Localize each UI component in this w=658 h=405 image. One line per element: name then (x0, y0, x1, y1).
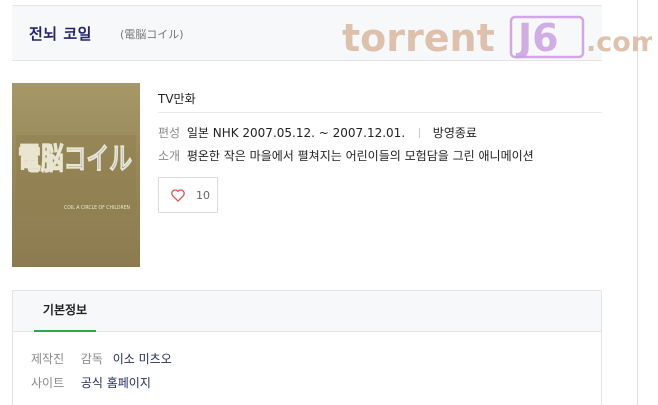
watermark-text-left: torrent (342, 16, 495, 60)
broadcast-value: 일본 NHK 2007.05.12. ~ 2007.12.01. (186, 126, 406, 140)
basic-info-tabbar: 기본정보 (13, 291, 601, 332)
like-count: 10 (196, 188, 210, 202)
right-edge-divider (637, 0, 638, 405)
tab-basic-info[interactable]: 기본정보 (34, 291, 96, 332)
broadcast-row: 편성 일본 NHK 2007.05.12. ~ 2007.12.01. 방영종료 (158, 124, 477, 141)
genre-divider (158, 112, 602, 113)
broadcast-label: 편성 (158, 126, 181, 140)
poster-tagline: COIL A CIRCLE OF CHILDREN (64, 205, 130, 211)
watermark-text-box: J6 (515, 16, 559, 60)
director-label: 감독 (80, 352, 103, 366)
staff-row: 제작진 감독 이소 미츠오 (31, 350, 172, 367)
separator (418, 128, 420, 138)
watermark-text-right: .com (586, 27, 652, 58)
poster-art: 電脳コイル COIL A CIRCLE OF CHILDREN (12, 83, 140, 267)
like-button[interactable]: 10 (158, 177, 218, 213)
page-title: 전뇌 코일 (29, 25, 92, 43)
site-label: 사이트 (31, 376, 65, 390)
poster-image[interactable]: 電脳コイル COIL A CIRCLE OF CHILDREN (12, 83, 140, 267)
summary-label: 소개 (158, 149, 181, 163)
genre-label: TV만화 (158, 92, 196, 106)
watermark-logo: torrent J6 .com (342, 15, 652, 60)
poster-logo: 電脳コイル (18, 142, 132, 177)
staff-label: 제작진 (31, 352, 65, 366)
basic-info-panel: 기본정보 제작진 감독 이소 미츠오 사이트 공식 홈페이지 (12, 290, 602, 405)
summary-value: 평온한 작은 마을에서 펼쳐지는 어린이들의 모험담을 그린 애니메이션 (186, 149, 534, 163)
official-homepage-link[interactable]: 공식 홈페이지 (81, 376, 151, 390)
director-link[interactable]: 이소 미츠오 (113, 352, 172, 366)
original-title: (電脳コイル) (120, 28, 184, 41)
summary-row: 소개 평온한 작은 마을에서 펼쳐지는 어린이들의 모험담을 그린 애니메이션 (158, 147, 534, 164)
site-row: 사이트 공식 홈페이지 (31, 374, 151, 391)
broadcast-status: 방영종료 (432, 126, 477, 140)
heart-outline-icon (171, 188, 185, 202)
